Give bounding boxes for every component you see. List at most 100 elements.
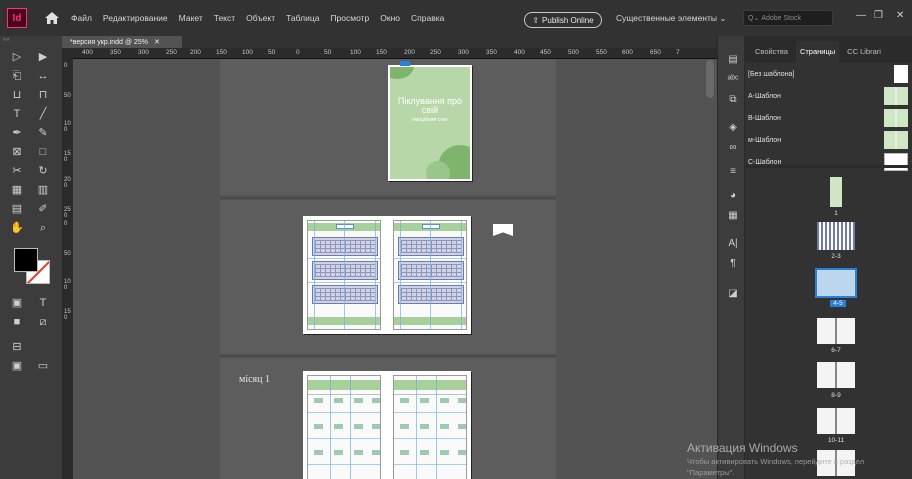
- pen-tool-icon[interactable]: ✒: [10, 127, 24, 141]
- calendar-cell: [440, 424, 449, 429]
- view-mode-icon[interactable]: ⊟: [10, 341, 24, 355]
- spread-4-5[interactable]: [303, 371, 471, 479]
- screen-mode-icon[interactable]: ▣: [10, 360, 24, 374]
- content-placer-icon[interactable]: ⊓: [36, 89, 50, 103]
- selection-tool-icon[interactable]: ▷: [10, 51, 24, 65]
- gap-tool-icon[interactable]: ↔: [36, 70, 50, 84]
- guide-line: [308, 282, 380, 283]
- menu-edit[interactable]: Редактирование: [103, 13, 168, 23]
- indesign-app-icon[interactable]: Id: [7, 8, 27, 28]
- restore-icon[interactable]: ❐: [874, 10, 883, 21]
- master-thumbnail: [884, 153, 908, 171]
- spelling-icon[interactable]: ᵃᵇᶜ: [726, 72, 740, 86]
- document-tab[interactable]: *версия укр.indd @ 25% ✕: [62, 36, 182, 48]
- frame-handle[interactable]: [400, 61, 410, 66]
- minimize-icon[interactable]: —: [856, 10, 866, 21]
- master-label: м-Шаблон: [748, 136, 782, 144]
- ruler-tick-label: 150: [64, 151, 71, 163]
- formatting-text-icon[interactable]: T: [36, 297, 50, 311]
- rectangle-frame-tool-icon[interactable]: ⊠: [10, 146, 24, 160]
- layers-icon[interactable]: ◈: [726, 120, 740, 134]
- free-transform-tool-icon[interactable]: ↻: [36, 165, 50, 179]
- menu-file[interactable]: Файл: [71, 13, 92, 23]
- page-thumb-1[interactable]: [830, 177, 842, 207]
- screen-mode-options-icon[interactable]: ▭: [36, 360, 50, 374]
- menu-view[interactable]: Просмотр: [330, 13, 369, 23]
- stroke-icon[interactable]: ≡: [726, 164, 740, 178]
- color-icon[interactable]: ◕: [726, 188, 740, 202]
- panel-divider[interactable]: [745, 165, 912, 168]
- fill-swatch[interactable]: [14, 248, 38, 272]
- menu-window[interactable]: Окно: [380, 13, 400, 23]
- page-thumb-2-3[interactable]: [817, 222, 855, 250]
- windows-activation-text-2: "Параметры".: [687, 468, 735, 477]
- zoom-tool-icon[interactable]: ⌕: [36, 222, 50, 236]
- paragraph-icon[interactable]: ¶: [726, 256, 740, 270]
- spread-2-3[interactable]: [303, 216, 471, 334]
- menu-type[interactable]: Текст: [214, 13, 235, 23]
- cover-background: Піклування про свій емоційний стан: [390, 67, 470, 179]
- master-m[interactable]: м-Шаблон: [745, 129, 912, 151]
- effects-icon[interactable]: ◪: [726, 286, 740, 300]
- page-thumb-10-11[interactable]: [817, 408, 855, 434]
- calendar-cell: [420, 424, 429, 429]
- page-thumb-6-7[interactable]: [817, 318, 855, 344]
- calendar-cell: [420, 398, 429, 403]
- gradient-swatch-tool-icon[interactable]: ▦: [10, 184, 24, 198]
- rectangle-tool-icon[interactable]: □: [36, 146, 50, 160]
- master-c[interactable]: С-Шаблон: [745, 151, 912, 173]
- tab-properties[interactable]: Свойства: [751, 47, 792, 62]
- tab-cc-libraries[interactable]: CC Librari: [843, 47, 885, 62]
- home-icon[interactable]: [41, 8, 63, 28]
- page-thumb-4-5[interactable]: [815, 268, 857, 298]
- gradient-feather-tool-icon[interactable]: ▥: [36, 184, 50, 198]
- scissors-tool-icon[interactable]: ✂: [10, 165, 24, 179]
- calendar-cell: [354, 450, 363, 455]
- apply-none-icon[interactable]: ⧄: [36, 316, 50, 330]
- properties-icon[interactable]: ▤: [726, 52, 740, 66]
- pencil-tool-icon[interactable]: ✎: [36, 127, 50, 141]
- tab-pages[interactable]: Страницы: [795, 41, 840, 62]
- ruler-origin[interactable]: [62, 48, 73, 59]
- ruler-tick-label: 550: [596, 49, 607, 56]
- menu-help[interactable]: Справка: [411, 13, 444, 23]
- adobe-stock-search-input[interactable]: Q⌄ Adobe Stock: [743, 10, 833, 26]
- close-tab-icon[interactable]: ✕: [154, 38, 160, 46]
- hand-tool-icon[interactable]: ✋: [10, 222, 24, 236]
- stock-search-placeholder: Adobe Stock: [761, 14, 802, 22]
- cover-page[interactable]: Піклування про свій емоційний стан: [388, 61, 472, 181]
- vertical-ruler[interactable]: 0 50 100 150 200 250 0 50 100 150: [62, 59, 73, 479]
- publish-online-button[interactable]: ⇪ Publish Online: [524, 12, 602, 28]
- close-icon[interactable]: ✕: [896, 10, 904, 21]
- workspace-dropdown[interactable]: Существенные элементы ⌄: [616, 13, 727, 24]
- menu-table[interactable]: Таблица: [286, 13, 319, 23]
- note-tool-icon[interactable]: ▤: [10, 203, 24, 217]
- master-b[interactable]: В-Шаблон: [745, 107, 912, 129]
- calendar-cell: [440, 398, 449, 403]
- character-icon[interactable]: A|: [726, 236, 740, 250]
- type-tool-icon[interactable]: T: [10, 108, 24, 122]
- page-thumb-8-9[interactable]: [817, 362, 855, 388]
- line-tool-icon[interactable]: ╱: [36, 108, 50, 122]
- formatting-container-icon[interactable]: ▣: [10, 297, 24, 311]
- master-a[interactable]: А-Шаблон: [745, 85, 912, 107]
- horizontal-ruler[interactable]: 400 350 300 250 200 150 100 50 0 50 100 150 200 250 30…: [62, 48, 717, 59]
- links-icon[interactable]: ∞: [726, 140, 740, 154]
- rule-line: [394, 394, 466, 395]
- panel-grip-icon[interactable]: ««: [0, 36, 62, 44]
- menu-layout[interactable]: Макет: [179, 13, 203, 23]
- ruler-tick-label: 100: [350, 49, 361, 56]
- master-none[interactable]: [Без шаблона]: [745, 63, 912, 85]
- content-collector-icon[interactable]: ⊔: [10, 89, 24, 103]
- page-5: [393, 375, 467, 479]
- direct-selection-tool-icon[interactable]: ▶: [36, 51, 50, 65]
- menu-object[interactable]: Объект: [246, 13, 275, 23]
- document-canvas[interactable]: Піклування про свій емоційний стан місяц…: [73, 59, 717, 479]
- pages-icon[interactable]: ⧉: [726, 92, 740, 106]
- swatches-icon[interactable]: ▦: [726, 208, 740, 222]
- cover-subtitle: емоційний стан: [412, 117, 448, 123]
- apply-color-icon[interactable]: ■: [10, 316, 24, 330]
- page-tool-icon[interactable]: ⎗: [10, 70, 24, 84]
- canvas-scrollbar[interactable]: [706, 60, 714, 98]
- eyedropper-tool-icon[interactable]: ✐: [36, 203, 50, 217]
